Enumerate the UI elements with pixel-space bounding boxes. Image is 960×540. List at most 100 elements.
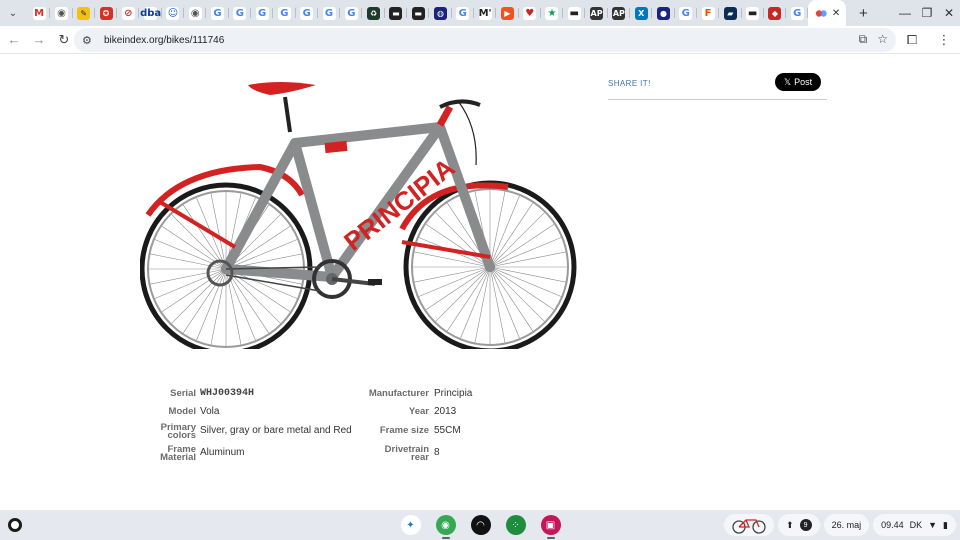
page-content: PRINCIPIA SHARE IT! 𝕏 Post Serial WHJ0039… (0, 55, 960, 510)
browser-tab[interactable]: ♥ (519, 3, 542, 23)
dark-square-icon: ▬ (411, 6, 425, 20)
browser-tab[interactable]: ▬ (407, 3, 430, 23)
site-info-icon[interactable]: ⚙ (82, 34, 98, 47)
notification-pill[interactable]: ⬆ 9 (778, 514, 820, 536)
browser-tab[interactable]: G (296, 3, 319, 23)
google-icon: G (344, 6, 358, 20)
browser-tab[interactable]: ● (652, 3, 675, 23)
bookmark-star-icon[interactable]: ☆ (877, 32, 888, 47)
tab-strip: ⌄ M ◉ ✎ ✪ ⊘ dba ☺ ◉ G G G G G G G ♻ ▬ ▬ ◍ G M' ▶ ♥ ★ ▬ AP AP X ● G F ▰ ▬… (0, 0, 960, 26)
extensions-icon[interactable]: ⧠ (896, 28, 928, 52)
chrome-icon: ◉ (435, 515, 456, 535)
browser-tab[interactable]: AP (608, 3, 631, 23)
bike-photo: PRINCIPIA (140, 82, 577, 349)
time-text: 09.44 (881, 520, 904, 530)
dba-icon: dba (140, 6, 162, 20)
browser-tab[interactable]: ✪ (95, 3, 118, 23)
browser-tab[interactable]: ◉ (184, 3, 207, 23)
system-tray: ⬆ 9 26. maj 09.44 DK ▼ ▮ (724, 514, 956, 536)
browser-tab[interactable]: ▰ (719, 3, 742, 23)
browser-tab[interactable]: G (340, 3, 363, 23)
forward-button[interactable]: → (28, 32, 50, 47)
browser-tab[interactable]: ♻ (362, 3, 386, 23)
recycle-icon: ♻ (367, 6, 381, 20)
browser-tab[interactable]: G (251, 3, 274, 23)
restore-button[interactable]: ❐ (916, 6, 938, 20)
browser-tab[interactable]: ◆ (764, 3, 787, 23)
browser-tab[interactable]: ◍ (429, 3, 452, 23)
google-icon: G (790, 6, 804, 20)
dash-icon: ▬ (746, 6, 760, 20)
browser-tab[interactable]: G (229, 3, 252, 23)
blue-face-icon: ☺ (166, 6, 180, 20)
notification-bell-icon: ⬆ (786, 519, 794, 530)
active-tab[interactable]: ✕ (808, 0, 847, 26)
browser-tab[interactable]: G (452, 3, 475, 23)
browser-tab[interactable]: G (786, 3, 809, 23)
reload-button[interactable]: ↻ (53, 32, 75, 48)
shelf-app[interactable]: ◉ (433, 513, 458, 539)
shelf-app[interactable]: ✦ (398, 513, 423, 537)
ap-icon: AP (590, 6, 604, 20)
browser-tab[interactable]: G (675, 3, 698, 23)
browser-tab[interactable]: ▬ (563, 3, 586, 23)
x-post-button[interactable]: 𝕏 Post (775, 73, 821, 91)
bike-thumbnail-icon (732, 519, 766, 534)
f-icon: F (701, 6, 715, 20)
yellow-app-icon: ✎ (77, 6, 91, 20)
tab-search-icon[interactable]: ⌄ (4, 4, 22, 22)
translate-icon[interactable]: ⧉ (859, 32, 868, 47)
red-app-icon: ◆ (768, 6, 782, 20)
wheel-spoke (435, 266, 491, 322)
browser-tab[interactable]: G (273, 3, 296, 23)
browser-tab[interactable]: ◉ (50, 3, 73, 23)
close-window-button[interactable]: ✕ (938, 6, 960, 20)
browser-tab[interactable]: X (630, 3, 653, 23)
ap-icon: AP (612, 6, 626, 20)
block-icon: ⊘ (121, 6, 135, 20)
launcher-icon[interactable] (8, 518, 22, 532)
browser-tab[interactable]: AP (585, 3, 609, 23)
detail-label: Year (408, 406, 429, 417)
star-icon: ★ (545, 6, 559, 20)
window-controls: — ❐ ✕ (894, 0, 960, 26)
browser-tab[interactable]: G (206, 3, 229, 23)
google-icon: G (322, 6, 336, 20)
browser-tab[interactable]: ✎ (73, 3, 96, 23)
browser-tab[interactable]: ▶ (496, 3, 519, 23)
menu-kebab-icon[interactable]: ⋮ (928, 28, 960, 52)
new-tab-button[interactable]: + (852, 5, 874, 22)
browser-tab[interactable]: M (28, 3, 51, 23)
heart-icon: ♥ (523, 6, 537, 20)
detail-label-line: colors (167, 430, 196, 441)
google-icon: G (456, 6, 470, 20)
browser-tab[interactable]: ▬ (385, 3, 408, 23)
browser-tab[interactable]: M' (474, 3, 497, 23)
status-pill[interactable]: 09.44 DK ▼ ▮ (873, 514, 956, 536)
globe-icon: ◉ (188, 6, 202, 20)
shelf-app[interactable]: ⁘ (503, 513, 528, 537)
url-text[interactable]: bikeindex.org/bikes/111746 (104, 35, 224, 46)
browser-tab[interactable]: ⊘ (117, 3, 140, 23)
x-app-icon: X (634, 6, 648, 20)
shelf-app[interactable]: ◠ (468, 513, 493, 537)
browser-tab[interactable]: ▬ (742, 3, 765, 23)
dark-square-icon: ▬ (389, 6, 403, 20)
browser-tab[interactable]: F (697, 3, 720, 23)
back-button[interactable]: ← (3, 32, 25, 47)
browser-tab[interactable]: G (318, 3, 341, 23)
browser-tab[interactable]: ★ (541, 3, 564, 23)
date-pill[interactable]: 26. maj (823, 514, 870, 536)
tab-close-icon[interactable]: ✕ (832, 8, 840, 19)
google-icon: G (300, 6, 314, 20)
shelf-app[interactable]: ▣ (538, 513, 563, 539)
gmail-icon: M (32, 6, 46, 20)
bike-thumbnail-holder[interactable] (724, 514, 775, 536)
browser-tab[interactable]: dba (139, 3, 163, 23)
detail-value: WHJ00394H (200, 388, 255, 399)
red-circle-icon: ✪ (99, 6, 113, 20)
address-bar[interactable]: ⚙ bikeindex.org/bikes/111746 ⧉ ☆ (74, 28, 896, 52)
browser-tab[interactable]: ☺ (162, 3, 185, 23)
minimize-button[interactable]: — (894, 6, 916, 20)
detail-label: Frame size (379, 425, 429, 436)
